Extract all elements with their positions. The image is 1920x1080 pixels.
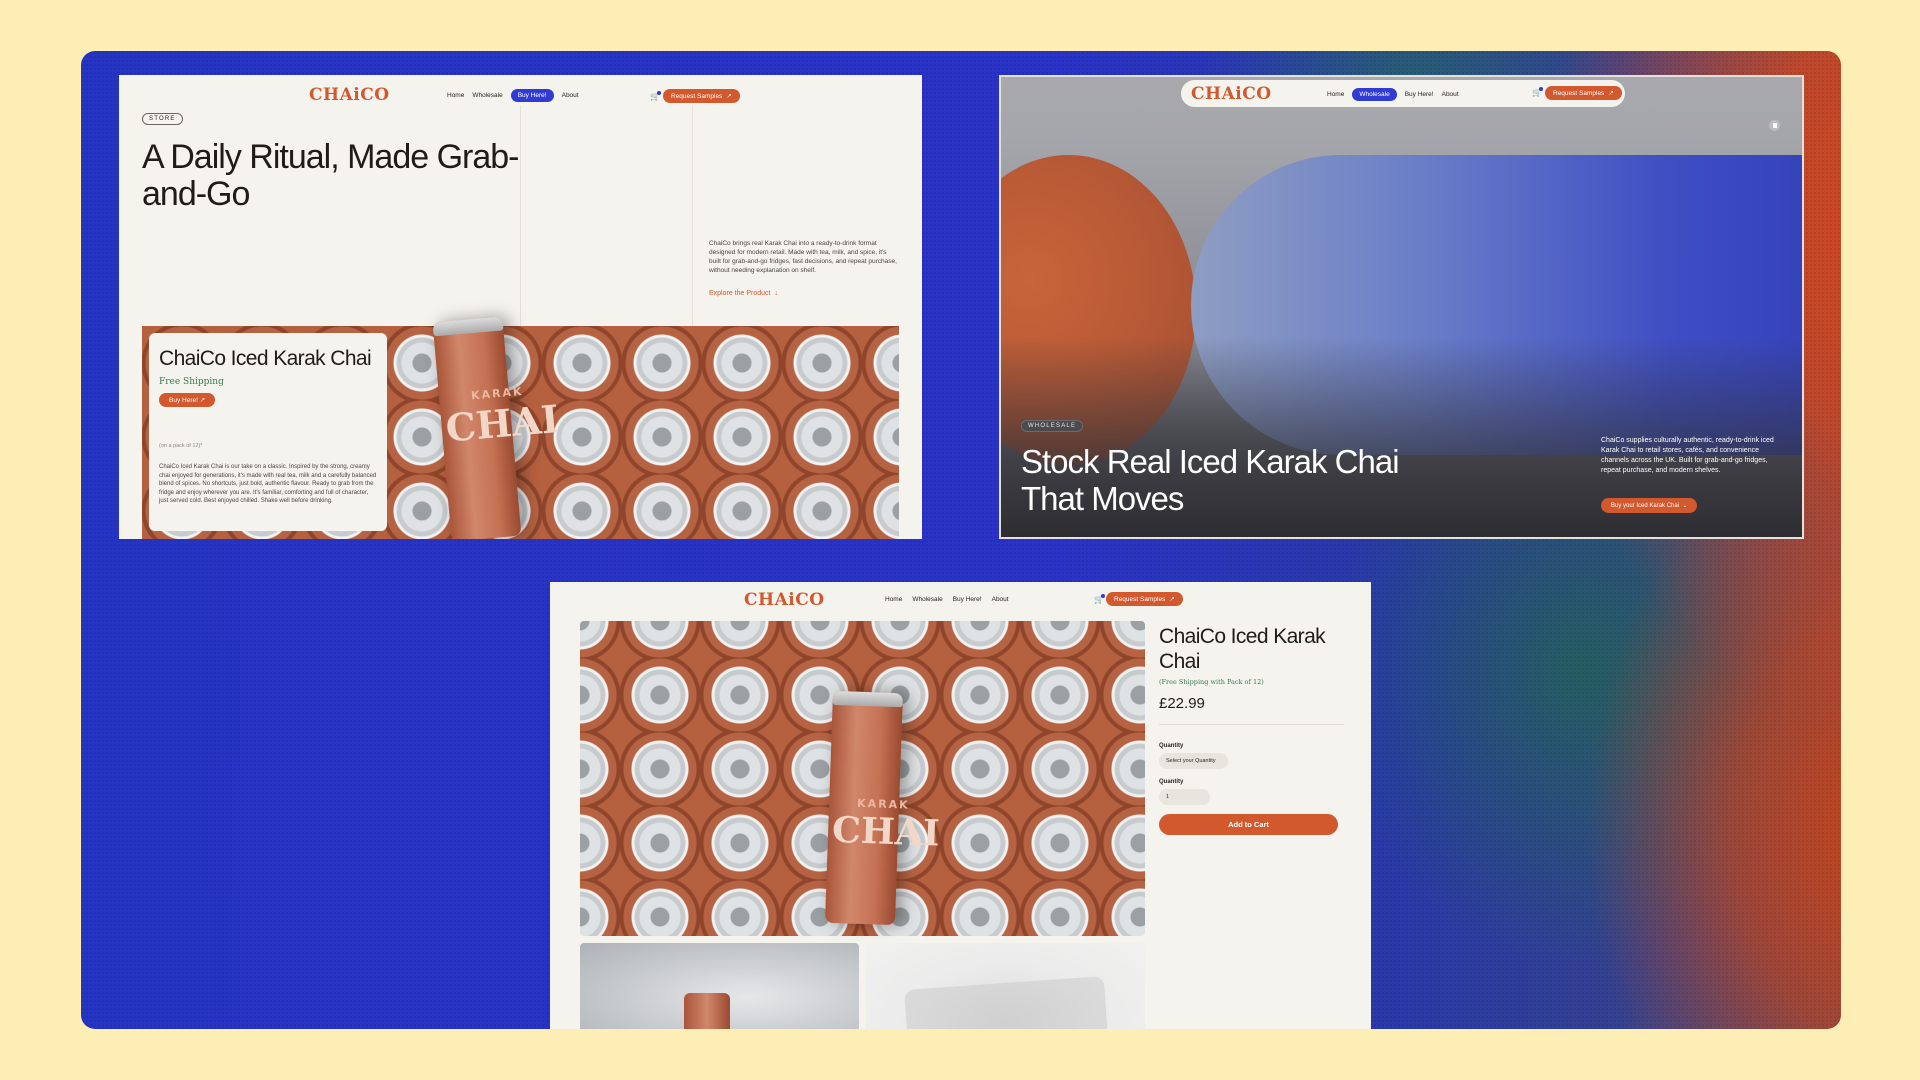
top-nav: CHAiCO Home Wholesale Buy Here! About Re… <box>119 85 922 105</box>
chaico-logo[interactable]: CHAiCO <box>1191 84 1272 104</box>
buy-iced-karak-chai-button[interactable]: Buy your Iced Karak Chai ⌄ <box>1601 498 1698 513</box>
request-samples-button[interactable]: Request Samples ↗ <box>663 89 740 103</box>
can-chai-text: CHAI <box>831 808 941 855</box>
chevron-down-icon: ⌄ <box>1680 503 1688 509</box>
product-card-body: ChaiCo Iced Karak Chai is our take on a … <box>159 464 377 504</box>
nav-link-buy-here[interactable]: Buy Here! <box>510 89 554 102</box>
nav-link-home[interactable]: Home <box>1327 91 1344 98</box>
product-title: ChaiCo Iced Karak Chai <box>1159 625 1326 673</box>
arrow-up-right-icon: ↗ <box>1169 596 1175 603</box>
nav-link-home[interactable]: Home <box>447 92 464 99</box>
arrow-up-right-icon: ↗ <box>1608 90 1614 97</box>
divider <box>1159 724 1344 725</box>
nav-link-about[interactable]: About <box>562 92 579 99</box>
store-heading: A Daily Ritual, Made Grab-and-Go <box>142 138 520 213</box>
product-card-shipping: Free Shipping <box>159 377 224 387</box>
nav-link-wholesale[interactable]: Wholesale <box>912 596 942 603</box>
nav-link-wholesale[interactable]: Wholesale <box>1352 88 1397 101</box>
quantity-label: Quantity <box>1159 743 1184 749</box>
wholesale-page-screenshot: CHAiCO Home Wholesale Buy Here! About Re… <box>999 75 1804 539</box>
product-card-title: ChaiCo Iced Karak Chai <box>159 347 372 370</box>
add-to-cart-button[interactable]: Add to Cart <box>1159 814 1338 835</box>
buy-here-button[interactable]: Buy Here! ↗ <box>159 393 216 407</box>
nav-links: Home Wholesale Buy Here! About <box>885 596 1009 603</box>
wholesale-tag: WHOLESALE <box>1021 420 1084 432</box>
request-samples-label: Request Samples <box>1553 89 1605 97</box>
can-lid <box>432 316 504 337</box>
nav-link-buy-here[interactable]: Buy Here! <box>953 596 982 603</box>
request-samples-button[interactable]: Request Samples ↗ <box>1545 86 1622 100</box>
product-card: ChaiCo Iced Karak Chai Free Shipping Buy… <box>149 333 387 531</box>
mini-can-image <box>684 993 730 1029</box>
product-price: £22.99 <box>1159 695 1205 712</box>
store-tag: STORE <box>142 113 183 125</box>
product-shipping: (Free Shipping with Pack of 12) <box>1159 678 1264 686</box>
explore-product-link[interactable]: Explore the Product ↓ <box>709 290 778 297</box>
product-thumbnail-can[interactable] <box>580 943 859 1029</box>
can-lid <box>832 690 904 708</box>
request-samples-button[interactable]: Request Samples ↗ <box>1106 592 1183 606</box>
top-nav: CHAiCO Home Wholesale Buy Here! About Re… <box>1181 80 1625 107</box>
nav-link-buy-here[interactable]: Buy Here! <box>1405 91 1434 98</box>
pause-icon[interactable] <box>1769 120 1780 131</box>
buy-iced-karak-chai-label: Buy your Iced Karak Chai <box>1611 503 1680 509</box>
arrow-up-right-icon: ↗ <box>726 93 732 100</box>
chaico-logo[interactable]: CHAiCO <box>744 590 825 610</box>
request-samples-label: Request Samples <box>1114 595 1166 603</box>
cart-icon[interactable] <box>650 91 661 102</box>
store-description: ChaiCo brings real Karak Chai into a rea… <box>709 240 897 274</box>
wholesale-heading: Stock Real Iced Karak Chai That Moves <box>1021 443 1400 517</box>
nav-link-home[interactable]: Home <box>885 596 902 603</box>
quantity-input[interactable]: 1 <box>1159 789 1210 805</box>
request-samples-label: Request Samples <box>671 92 723 100</box>
wholesale-description: ChaiCo supplies culturally authentic, re… <box>1601 437 1774 474</box>
quantity-label: Quantity <box>1159 779 1184 785</box>
store-page-screenshot: CHAiCO Home Wholesale Buy Here! About Re… <box>119 75 922 539</box>
arrow-up-right-icon: ↗ <box>199 397 206 404</box>
chaico-logo[interactable]: CHAiCO <box>309 85 390 105</box>
product-page-screenshot: CHAiCO Home Wholesale Buy Here! About Re… <box>550 582 1371 1029</box>
featured-can-image: KARAK CHAI <box>824 690 940 926</box>
cart-icon[interactable] <box>1532 87 1543 98</box>
explore-label: Explore the Product <box>709 290 771 297</box>
quantity-select[interactable]: Select your Quantity <box>1159 753 1228 769</box>
plastic-bag-image <box>904 976 1108 1029</box>
nav-link-about[interactable]: About <box>992 596 1009 603</box>
product-thumbnail-pack[interactable] <box>866 943 1145 1029</box>
cart-icon[interactable] <box>1094 594 1105 605</box>
nav-links: Home Wholesale Buy Here! About <box>1327 88 1459 101</box>
buy-here-label: Buy Here! <box>169 397 198 404</box>
nav-link-wholesale[interactable]: Wholesale <box>472 92 502 99</box>
nav-link-about[interactable]: About <box>1442 91 1459 98</box>
arrow-down-icon: ↓ <box>772 290 778 297</box>
nav-links: Home Wholesale Buy Here! About <box>447 89 579 102</box>
product-info: ChaiCo Iced Karak Chai (Free Shipping wi… <box>1159 624 1344 835</box>
pack-note: (on a pack of 12)* <box>159 443 203 449</box>
